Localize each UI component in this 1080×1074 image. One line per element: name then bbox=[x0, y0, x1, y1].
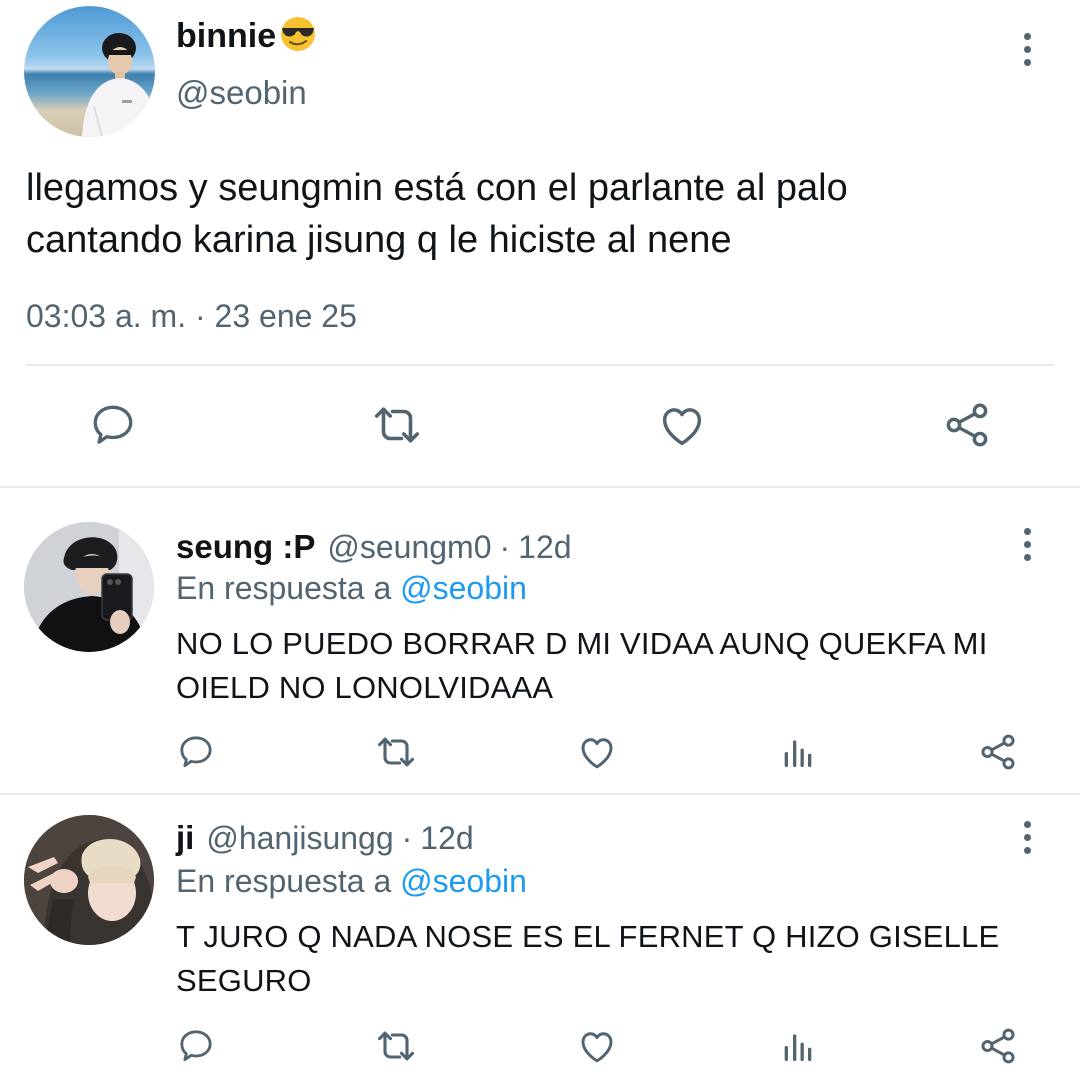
reply-text-line: NO LO PUEDO BORRAR D MI VIDAA AUNQ QUEKF… bbox=[176, 626, 988, 661]
more-options-icon[interactable] bbox=[1015, 817, 1039, 857]
reply-header: ji @hanjisungg · 12d bbox=[176, 819, 474, 857]
share-icon[interactable] bbox=[976, 1024, 1020, 1068]
display-name[interactable]: binnie bbox=[176, 17, 276, 56]
views-icon[interactable] bbox=[776, 730, 820, 774]
reply-action-bar bbox=[0, 730, 1080, 774]
reply-icon[interactable] bbox=[85, 397, 141, 453]
views-icon[interactable] bbox=[776, 1024, 820, 1068]
replying-to-label: En respuesta a bbox=[176, 570, 401, 606]
author-handle[interactable]: @seungm0 bbox=[327, 529, 491, 566]
retweet-icon[interactable] bbox=[374, 730, 418, 774]
relative-time[interactable]: 12d bbox=[518, 529, 571, 566]
separator-dot: · bbox=[401, 820, 413, 856]
share-icon[interactable] bbox=[939, 397, 995, 453]
like-icon[interactable] bbox=[575, 730, 619, 774]
tweet-text-line: cantando karina jisung q le hiciste al n… bbox=[26, 219, 732, 261]
replying-to-label: En respuesta a bbox=[176, 863, 401, 899]
retweet-icon[interactable] bbox=[369, 397, 425, 453]
reply-icon[interactable] bbox=[174, 1024, 218, 1068]
separator-dot: · bbox=[499, 529, 511, 565]
tweet-detail-page: binnie @seobin llegamos y seungmin está … bbox=[0, 0, 1080, 1074]
sunglasses-emoji-icon bbox=[278, 16, 318, 57]
author-handle[interactable]: @hanjisungg bbox=[206, 820, 393, 857]
reply-tweet[interactable]: ji @hanjisungg · 12d En respuesta a @seo… bbox=[0, 795, 1080, 1074]
tweet-text-line: llegamos y seungmin está con el parlante… bbox=[26, 167, 848, 209]
author-handle[interactable]: @seobin bbox=[176, 74, 307, 112]
tweet-text: llegamos y seungmin está con el parlante… bbox=[26, 162, 1046, 266]
main-action-bar bbox=[0, 397, 1080, 457]
avatar[interactable] bbox=[24, 522, 154, 652]
more-options-icon[interactable] bbox=[1015, 29, 1039, 69]
avatar-photo bbox=[24, 815, 154, 945]
reply-header: seung :P @seungm0 · 12d bbox=[176, 528, 572, 566]
reply-icon[interactable] bbox=[174, 730, 218, 774]
mention-link[interactable]: @seobin bbox=[400, 863, 527, 899]
avatar[interactable] bbox=[24, 815, 154, 945]
reply-text: NO LO PUEDO BORRAR D MI VIDAA AUNQ QUEKF… bbox=[176, 622, 1036, 710]
tweet-timestamp[interactable]: 03:03 a. m. · 23 ene 25 bbox=[26, 298, 357, 335]
avatar-photo bbox=[24, 522, 154, 652]
author-name-row: binnie bbox=[176, 16, 318, 57]
more-options-icon[interactable] bbox=[1015, 524, 1039, 564]
replying-to: En respuesta a @seobin bbox=[176, 570, 527, 607]
retweet-icon[interactable] bbox=[374, 1024, 418, 1068]
reply-tweet[interactable]: seung :P @seungm0 · 12d En respuesta a @… bbox=[0, 488, 1080, 793]
like-icon[interactable] bbox=[654, 397, 710, 453]
relative-time[interactable]: 12d bbox=[420, 820, 473, 857]
reply-text: T JURO Q NADA NOSE ES EL FERNET Q HIZO G… bbox=[176, 915, 1036, 1003]
reply-text-line: SEGURO bbox=[176, 963, 312, 998]
reply-text-line: T JURO Q NADA NOSE ES EL FERNET Q HIZO G… bbox=[176, 919, 1000, 954]
replying-to: En respuesta a @seobin bbox=[176, 863, 527, 900]
main-tweet: binnie @seobin llegamos y seungmin está … bbox=[0, 0, 1080, 487]
reply-text-line: OIELD NO LONOLVIDAAA bbox=[176, 670, 554, 705]
mention-link[interactable]: @seobin bbox=[400, 570, 527, 606]
avatar-photo bbox=[82, 33, 155, 137]
like-icon[interactable] bbox=[575, 1024, 619, 1068]
display-name[interactable]: seung :P bbox=[176, 528, 315, 566]
share-icon[interactable] bbox=[976, 730, 1020, 774]
reply-action-bar bbox=[0, 1024, 1080, 1068]
divider bbox=[26, 364, 1054, 366]
display-name[interactable]: ji bbox=[176, 819, 194, 857]
avatar[interactable] bbox=[24, 6, 155, 137]
